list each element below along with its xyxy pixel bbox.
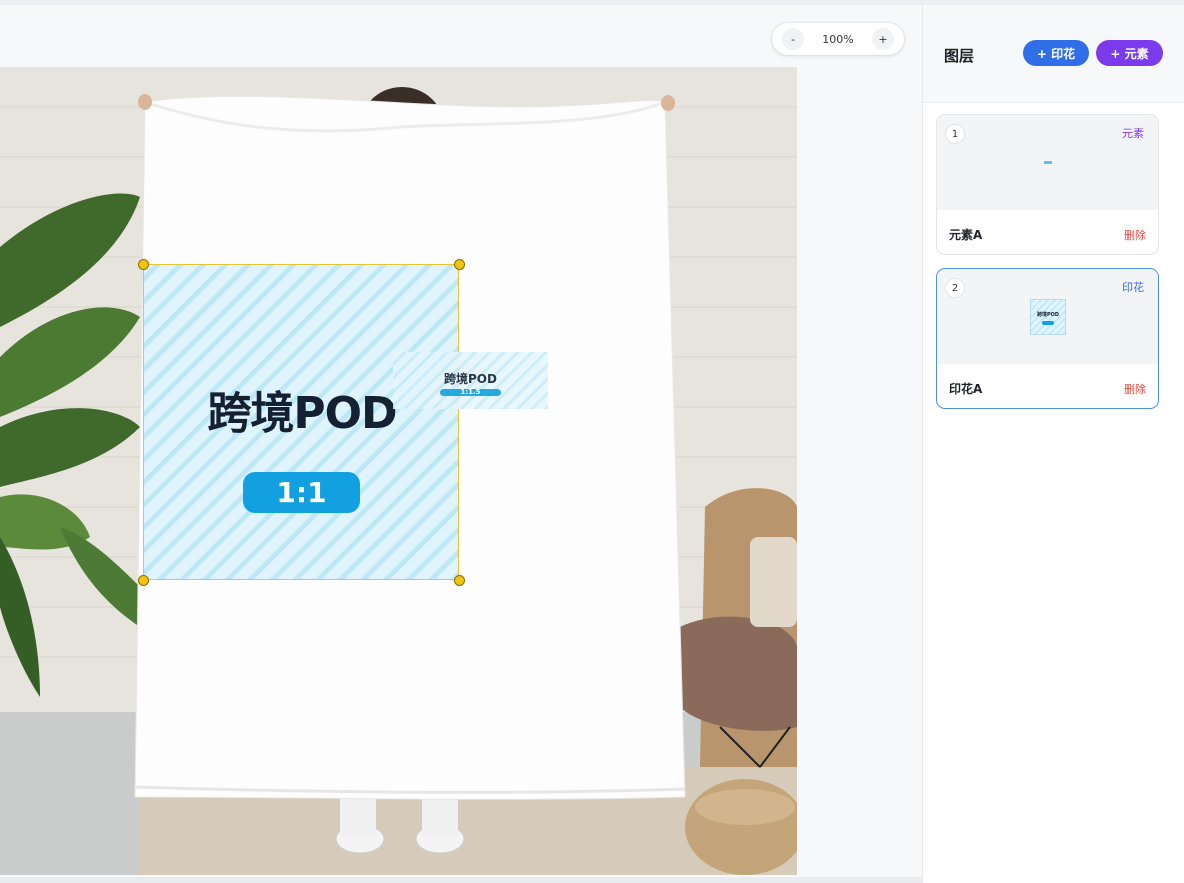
element-title-text: 跨境POD bbox=[444, 372, 497, 386]
resize-handle-top-right[interactable] bbox=[454, 259, 465, 270]
zoom-in-button[interactable]: + bbox=[871, 28, 894, 50]
layer-index-badge: 2 bbox=[945, 278, 965, 298]
element-layer-a[interactable]: 跨境POD 1:1.5 bbox=[393, 352, 548, 409]
print-thumbnail-title: 跨境POD bbox=[1036, 312, 1060, 318]
layer-type-label: 元素 bbox=[1122, 127, 1144, 140]
element-ratio-badge: 1:1.5 bbox=[440, 389, 501, 396]
layer-card-selected[interactable]: 跨境POD 2 印花 印花A 删除 bbox=[936, 268, 1159, 409]
zoom-level: 100% bbox=[822, 32, 854, 46]
add-element-button[interactable]: + 元素 bbox=[1096, 40, 1163, 66]
print-thumbnail-ratio-bar bbox=[1042, 321, 1054, 325]
zoom-out-button[interactable]: - bbox=[782, 28, 804, 50]
print-thumbnail-graphic: 跨境POD bbox=[1030, 299, 1066, 335]
print-layer-a[interactable]: 跨境POD 1:1 bbox=[143, 264, 459, 580]
layer-type-label: 印花 bbox=[1122, 281, 1144, 294]
layers-panel: 图层 + 印花 + 元素 1 元素 元素A 删除 跨境POD 2 印花 印花A … bbox=[922, 5, 1184, 883]
delete-layer-button[interactable]: 删除 bbox=[1124, 227, 1146, 243]
zoom-control: - 100% + bbox=[772, 23, 904, 55]
element-thumbnail-graphic bbox=[1044, 161, 1052, 164]
resize-handle-bottom-right[interactable] bbox=[454, 575, 465, 586]
resize-handle-top-left[interactable] bbox=[138, 259, 149, 270]
layer-card[interactable]: 1 元素 元素A 删除 bbox=[936, 114, 1159, 255]
layers-panel-header: 图层 + 印花 + 元素 bbox=[923, 5, 1184, 103]
layers-panel-title: 图层 bbox=[944, 47, 975, 65]
layer-name: 元素A bbox=[949, 228, 983, 242]
layer-index-badge: 1 bbox=[945, 124, 965, 144]
layer-name: 印花A bbox=[949, 382, 983, 396]
canvas-bottom-scrollbar[interactable] bbox=[0, 877, 922, 883]
add-print-button[interactable]: + 印花 bbox=[1023, 40, 1089, 66]
resize-handle-bottom-left[interactable] bbox=[138, 575, 149, 586]
print-ratio-badge: 1:1 bbox=[243, 472, 360, 513]
delete-layer-button[interactable]: 删除 bbox=[1124, 381, 1146, 397]
